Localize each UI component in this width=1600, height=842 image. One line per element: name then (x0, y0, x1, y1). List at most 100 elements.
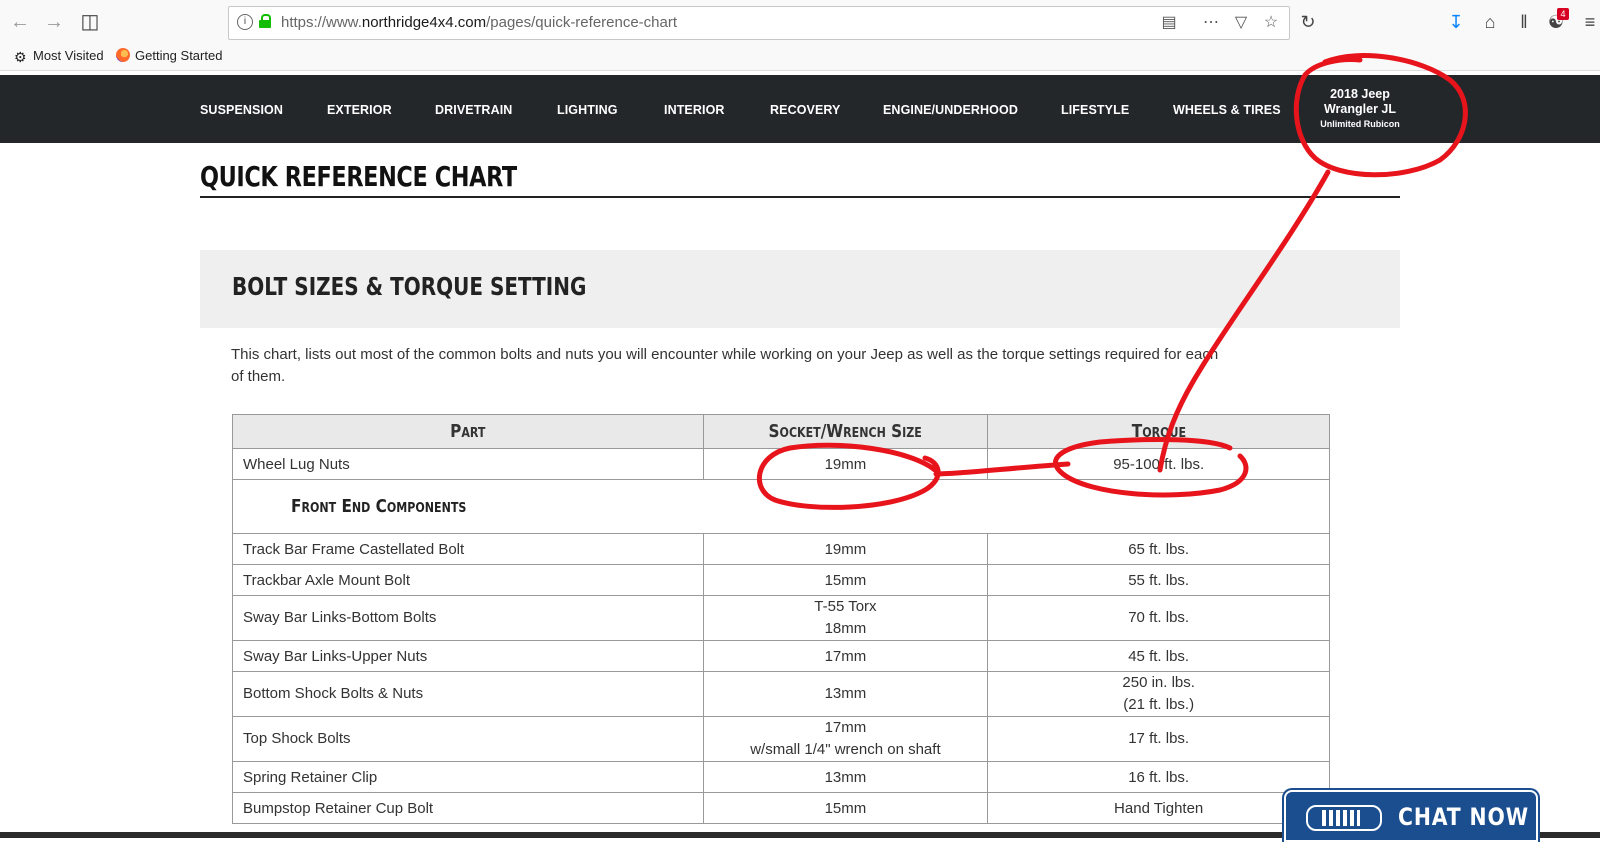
sidebar-icon[interactable]: ◫ (78, 10, 102, 34)
cell-torque: Hand Tighten (987, 792, 1330, 824)
table-row: Wheel Lug Nuts 19mm 95-100 ft. lbs. (232, 448, 1330, 480)
info-icon[interactable]: i (237, 14, 253, 30)
cell-torque-line: 55 ft. lbs. (1128, 571, 1190, 589)
vehicle-selector[interactable]: 2018 Jeep Wrangler JL Unlimited Rubicon (1300, 87, 1420, 131)
gear-icon: ⚙ (14, 49, 27, 65)
cell-part: Track Bar Frame Castellated Bolt (232, 533, 704, 565)
table-row: Sway Bar Links-Bottom Bolts T-55 Torx 18mm… (232, 595, 1330, 641)
nav-recovery[interactable]: RECOVERY (770, 103, 841, 117)
cell-torque: 55 ft. lbs. (987, 564, 1330, 596)
cell-size-line: T-55 Torx (814, 598, 877, 615)
table-row: Track Bar Frame Castellated Bolt 19mm 65 f… (232, 533, 1330, 565)
pocket-icon[interactable]: ▽ (1231, 13, 1251, 33)
cell-size: 13mm (702, 761, 989, 793)
cell-torque: 17 ft. lbs. (987, 716, 1330, 762)
bookmark-most-visited[interactable]: ⚙ Most Visited (14, 48, 104, 64)
header-label: Part (450, 421, 486, 442)
cell-torque: 65 ft. lbs. (987, 533, 1330, 565)
nav-suspension[interactable]: SUSPENSION (200, 103, 283, 117)
library-icon[interactable]: ‖ (1512, 10, 1536, 34)
nav-interior[interactable]: INTERIOR (664, 103, 725, 117)
bookmark-getting-started[interactable]: Getting Started (116, 48, 222, 63)
cell-part: Sway Bar Links-Bottom Bolts (232, 595, 704, 641)
cell-part: Sway Bar Links-Upper Nuts (232, 640, 704, 672)
section-title: BOLT SIZES & TORQUE SETTING (232, 272, 587, 301)
cell-size-line: 15mm (824, 571, 867, 589)
url-prefix: https://www. (281, 14, 362, 31)
cell-size-line: 19mm (824, 540, 867, 558)
chat-now-button[interactable]: CHAT NOW (1284, 790, 1538, 842)
cell-part: Wheel Lug Nuts (232, 448, 704, 480)
nav-lifestyle[interactable]: LIFESTYLE (1061, 103, 1129, 117)
cell-torque-line: 70 ft. lbs. (1128, 609, 1190, 626)
cell-torque-line: (21 ft. lbs.) (1123, 696, 1195, 713)
cell-torque: 70 ft. lbs. (987, 595, 1330, 641)
section-header: BOLT SIZES & TORQUE SETTING (200, 250, 1400, 328)
cell-torque-line: 17 ft. lbs. (1128, 730, 1190, 747)
cell-size-line: 15mm (824, 799, 867, 817)
cell-size: 19mm (702, 448, 989, 480)
lock-icon (259, 14, 271, 28)
browser-toolbar: ← → ◫ i https://www.northridge4x4.com/pa… (0, 0, 1600, 44)
home-icon[interactable]: ⌂ (1478, 10, 1502, 34)
forward-arrow-icon[interactable]: → (42, 10, 66, 34)
cell-torque: 250 in. lbs. (21 ft. lbs.) (987, 671, 1330, 717)
bookmark-label: Most Visited (33, 48, 104, 63)
bookmark-star-icon[interactable]: ☆ (1261, 13, 1281, 33)
cell-torque: 45 ft. lbs. (987, 640, 1330, 672)
cell-size-line: 13mm (824, 768, 867, 786)
cell-torque: 95-100 ft. lbs. (987, 448, 1330, 480)
vehicle-year-make: 2018 Jeep (1330, 87, 1390, 101)
table-row: Bottom Shock Bolts & Nuts 13mm 250 in. lbs… (232, 671, 1330, 717)
cell-size-line: 17mm (824, 719, 867, 736)
table-row: Top Shock Bolts 17mm w/small 1/4" wrench o… (232, 716, 1330, 762)
cell-part: Spring Retainer Clip (232, 761, 704, 793)
back-arrow-icon[interactable]: ← (8, 10, 32, 34)
table-row: Trackbar Axle Mount Bolt 15mm 55 ft. lbs. (232, 564, 1330, 596)
header-label: Torque (1131, 421, 1186, 442)
url-path: /pages/quick-reference-chart (486, 14, 678, 31)
cell-size-line: 18mm (824, 620, 867, 637)
header-torque: Torque (987, 414, 1330, 449)
nav-engine-underhood[interactable]: ENGINE/UNDERHOOD (883, 103, 1018, 117)
cell-size: 15mm (702, 792, 989, 824)
url-text[interactable]: https://www.northridge4x4.com/pages/quic… (281, 14, 677, 31)
torque-table: Part Socket/Wrench Size Torque Wheel Lug… (232, 414, 1330, 824)
nav-wheels-tires[interactable]: WHEELS & TIRES (1173, 103, 1281, 117)
cell-size: 17mm w/small 1/4" wrench on shaft (702, 716, 989, 762)
section-row: Front End Components (232, 479, 1330, 534)
cell-size-line: 13mm (824, 685, 867, 702)
section-label-text: Front End Components (291, 496, 467, 517)
cell-part: Bottom Shock Bolts & Nuts (232, 671, 704, 717)
cell-size: 19mm (702, 533, 989, 565)
title-divider (200, 196, 1400, 198)
cell-torque-line: 16 ft. lbs. (1128, 768, 1190, 786)
cell-size-line: 17mm (824, 647, 867, 665)
cell-torque-line: 45 ft. lbs. (1128, 647, 1190, 665)
menu-icon[interactable]: ≡ (1578, 10, 1600, 34)
jeep-grille-icon (1306, 805, 1382, 831)
cell-size: T-55 Torx 18mm (702, 595, 989, 641)
section-label: Front End Components (232, 479, 1330, 534)
url-bar[interactable]: i https://www.northridge4x4.com/pages/qu… (228, 6, 1290, 40)
cell-torque-line: Hand Tighten (1114, 799, 1204, 817)
page-actions-icon[interactable]: ⋯ (1201, 13, 1221, 33)
cell-torque-line: 65 ft. lbs. (1128, 540, 1190, 558)
reader-view-icon[interactable]: ▤ (1159, 13, 1179, 33)
cell-size: 15mm (702, 564, 989, 596)
cell-torque-line: 250 in. lbs. (1122, 674, 1195, 691)
header-size: Socket/Wrench Size (702, 414, 989, 449)
intro-text: This chart, lists out most of the common… (231, 346, 1219, 385)
reload-icon[interactable]: ↻ (1296, 10, 1320, 34)
cell-part: Trackbar Axle Mount Bolt (232, 564, 704, 596)
nav-lighting[interactable]: LIGHTING (557, 103, 618, 117)
nav-drivetrain[interactable]: DRIVETRAIN (435, 103, 512, 117)
nav-exterior[interactable]: EXTERIOR (327, 103, 392, 117)
bookmarks-toolbar: ⚙ Most Visited Getting Started (0, 44, 1600, 71)
download-icon[interactable]: ↧ (1444, 10, 1468, 34)
table-row: Sway Bar Links-Upper Nuts 17mm 45 ft. lbs. (232, 640, 1330, 672)
cell-size: 13mm (702, 671, 989, 717)
notification-badge: 4 (1557, 8, 1569, 20)
firefox-icon (116, 48, 130, 62)
cell-part: Top Shock Bolts (232, 716, 704, 762)
